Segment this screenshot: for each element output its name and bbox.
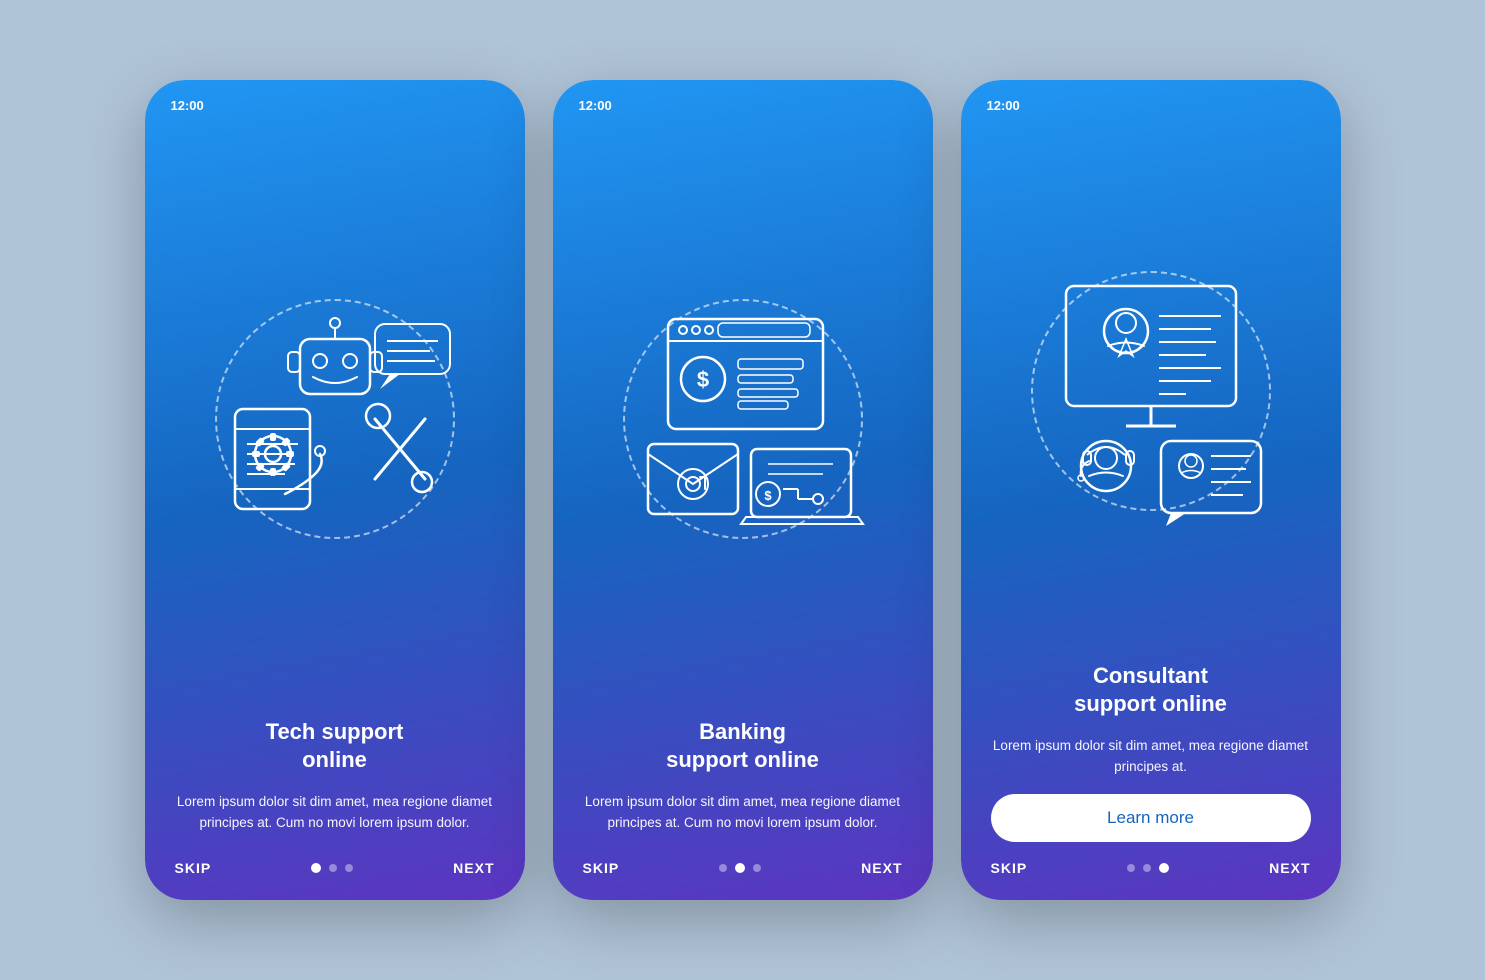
nav-dots-2 xyxy=(719,863,761,873)
screen-desc-1: Lorem ipsum dolor sit dim amet, mea regi… xyxy=(175,791,495,834)
phone-screen-2: 12:00 xyxy=(553,80,933,900)
status-icons-3 xyxy=(1303,98,1315,113)
dot-2-3 xyxy=(753,864,761,872)
status-bar-2: 12:00 xyxy=(553,98,933,113)
time-2: 12:00 xyxy=(579,98,612,113)
dot-3-2 xyxy=(1143,864,1151,872)
illustration-2: $ xyxy=(553,131,933,708)
phone-screen-1: 12:00 xyxy=(145,80,525,900)
illustration-3 xyxy=(961,131,1341,652)
content-area-2: Banking support online Lorem ipsum dolor… xyxy=(553,718,933,860)
nav-bar-2: SKIP NEXT xyxy=(553,860,933,876)
next-button-3[interactable]: NEXT xyxy=(1269,860,1310,876)
phone-screen-3: 12:00 xyxy=(961,80,1341,900)
dot-1-2 xyxy=(329,864,337,872)
content-area-3: Consultant support online Lorem ipsum do… xyxy=(961,662,1341,860)
time-3: 12:00 xyxy=(987,98,1020,113)
screen-title-1: Tech support online xyxy=(175,718,495,775)
status-bar-3: 12:00 xyxy=(961,98,1341,113)
screen-desc-2: Lorem ipsum dolor sit dim amet, mea regi… xyxy=(583,791,903,834)
skip-button-1[interactable]: SKIP xyxy=(175,860,212,876)
nav-bar-1: SKIP NEXT xyxy=(145,860,525,876)
nav-bar-3: SKIP NEXT xyxy=(961,860,1341,876)
dot-3-3 xyxy=(1159,863,1169,873)
nav-dots-1 xyxy=(311,863,353,873)
next-button-1[interactable]: NEXT xyxy=(453,860,494,876)
dot-2-1 xyxy=(719,864,727,872)
dot-2-2 xyxy=(735,863,745,873)
skip-button-3[interactable]: SKIP xyxy=(991,860,1028,876)
content-area-1: Tech support online Lorem ipsum dolor si… xyxy=(145,718,525,860)
dot-1-1 xyxy=(311,863,321,873)
time-1: 12:00 xyxy=(171,98,204,113)
dashed-circle-3 xyxy=(1031,271,1271,511)
dot-3-1 xyxy=(1127,864,1135,872)
nav-dots-3 xyxy=(1127,863,1169,873)
status-icons-1 xyxy=(487,98,499,113)
illustration-1 xyxy=(145,131,525,708)
status-bar-1: 12:00 xyxy=(145,98,525,113)
skip-button-2[interactable]: SKIP xyxy=(583,860,620,876)
screen-title-2: Banking support online xyxy=(583,718,903,775)
learn-more-button[interactable]: Learn more xyxy=(991,794,1311,842)
dot-1-3 xyxy=(345,864,353,872)
screen-desc-3: Lorem ipsum dolor sit dim amet, mea regi… xyxy=(991,735,1311,778)
status-icons-2 xyxy=(895,98,907,113)
next-button-2[interactable]: NEXT xyxy=(861,860,902,876)
screens-container: 12:00 xyxy=(145,80,1341,900)
screen-title-3: Consultant support online xyxy=(991,662,1311,719)
dashed-circle-1 xyxy=(215,299,455,539)
dashed-circle-2 xyxy=(623,299,863,539)
